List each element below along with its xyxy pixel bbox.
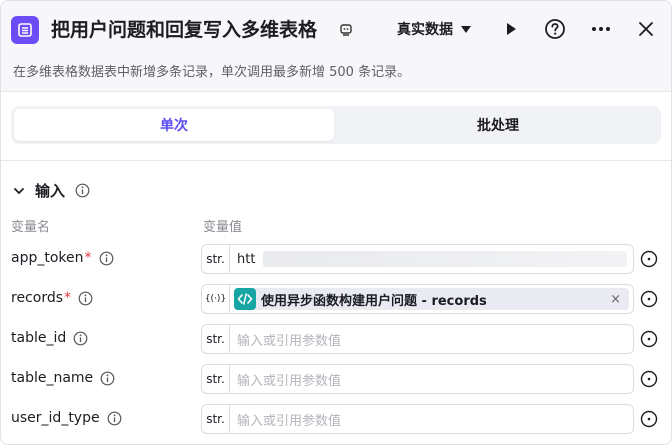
reference-icon xyxy=(640,250,658,268)
reference-icon xyxy=(640,330,658,348)
param-label-records: records * xyxy=(11,290,93,306)
user-id-type-input[interactable]: 输入或引用参数值 xyxy=(230,405,633,433)
run-button[interactable] xyxy=(499,17,523,41)
info-icon[interactable] xyxy=(100,371,115,386)
app-token-input[interactable]: htt xyxy=(230,245,633,273)
info-icon[interactable] xyxy=(107,411,122,426)
type-tag: str. xyxy=(202,245,230,273)
reference-button[interactable] xyxy=(639,289,659,309)
type-tag: str. xyxy=(202,365,230,393)
tab-batch[interactable]: 批处理 xyxy=(338,109,658,141)
reference-icon xyxy=(640,410,658,428)
data-mode-label: 真实数据 xyxy=(397,22,453,38)
app-token-value: htt xyxy=(237,251,256,267)
section-title: 输入 xyxy=(35,182,66,200)
param-name: app_token xyxy=(11,250,84,266)
param-name: table_name xyxy=(11,370,94,386)
reference-icon xyxy=(640,290,658,308)
help-button[interactable] xyxy=(543,17,567,41)
reference-chip[interactable]: 使用异步函数构建用户问题 - records × xyxy=(234,288,629,310)
data-mode-select[interactable]: 真实数据 xyxy=(397,19,471,39)
tabs-divider xyxy=(1,160,671,161)
remove-reference-button[interactable]: × xyxy=(610,292,621,307)
info-icon[interactable] xyxy=(78,291,93,306)
records-field: {(·)} 使用异步函数构建用户问题 - records × xyxy=(201,284,634,314)
tab-single[interactable]: 单次 xyxy=(14,109,334,141)
plugin-panel: 把用户问题和回复写入多维表格 真实数据 在多维表格数据表中新增多条记录，单次调用… xyxy=(0,0,672,445)
input-section-header[interactable]: 输入 xyxy=(13,180,90,201)
table-id-field: str. 输入或引用参数值 xyxy=(201,324,634,354)
info-icon xyxy=(75,183,90,198)
param-label-app-token: app_token * xyxy=(11,250,114,266)
param-name: table_id xyxy=(11,330,67,346)
page-title: 把用户问题和回复写入多维表格 xyxy=(51,19,318,41)
app-token-field: str. htt xyxy=(201,244,634,274)
required-mark: * xyxy=(64,290,72,306)
type-tag: str. xyxy=(202,325,230,353)
param-label-table-name: table_name xyxy=(11,370,115,386)
type-tag: {(·)} xyxy=(202,285,230,313)
reference-button[interactable] xyxy=(639,369,659,389)
help-icon xyxy=(545,19,565,39)
play-icon xyxy=(507,23,516,35)
info-icon[interactable] xyxy=(73,331,88,346)
more-icon xyxy=(592,27,610,31)
mode-tabs: 单次 批处理 xyxy=(11,106,661,144)
table-name-input[interactable]: 输入或引用参数值 xyxy=(230,365,633,393)
header-divider xyxy=(1,91,671,92)
reference-button[interactable] xyxy=(639,249,659,269)
table-id-input[interactable]: 输入或引用参数值 xyxy=(230,325,633,353)
close-button[interactable] xyxy=(634,17,658,41)
code-icon xyxy=(234,288,256,310)
type-tag: str. xyxy=(202,405,230,433)
param-label-table-id: table_id xyxy=(11,330,88,346)
plugin-description: 在多维表格数据表中新增多条记录，单次调用最多新增 500 条记录。 xyxy=(13,65,411,80)
param-name: user_id_type xyxy=(11,410,100,426)
table-name-field: str. 输入或引用参数值 xyxy=(201,364,634,394)
panel-header: 把用户问题和回复写入多维表格 真实数据 在多维表格数据表中新增多条记录，单次调用… xyxy=(1,1,671,91)
column-header-name: 变量名 xyxy=(11,220,51,235)
reference-button[interactable] xyxy=(639,409,659,429)
close-icon xyxy=(639,22,653,36)
info-icon[interactable] xyxy=(99,251,114,266)
required-mark: * xyxy=(84,250,92,266)
column-header-value: 变量值 xyxy=(203,220,243,235)
more-button[interactable] xyxy=(589,17,613,41)
param-name: records xyxy=(11,290,64,306)
reference-button[interactable] xyxy=(639,329,659,349)
badge-icon xyxy=(338,22,354,38)
user-id-type-field: str. 输入或引用参数值 xyxy=(201,404,634,434)
reference-label: 使用异步函数构建用户问题 - records xyxy=(261,293,487,309)
reference-icon xyxy=(640,370,658,388)
param-label-user-id-type: user_id_type xyxy=(11,410,122,426)
caret-down-icon xyxy=(461,25,471,33)
list-app-icon xyxy=(11,16,39,44)
redacted-value xyxy=(263,251,627,267)
chevron-down-icon xyxy=(14,187,24,194)
